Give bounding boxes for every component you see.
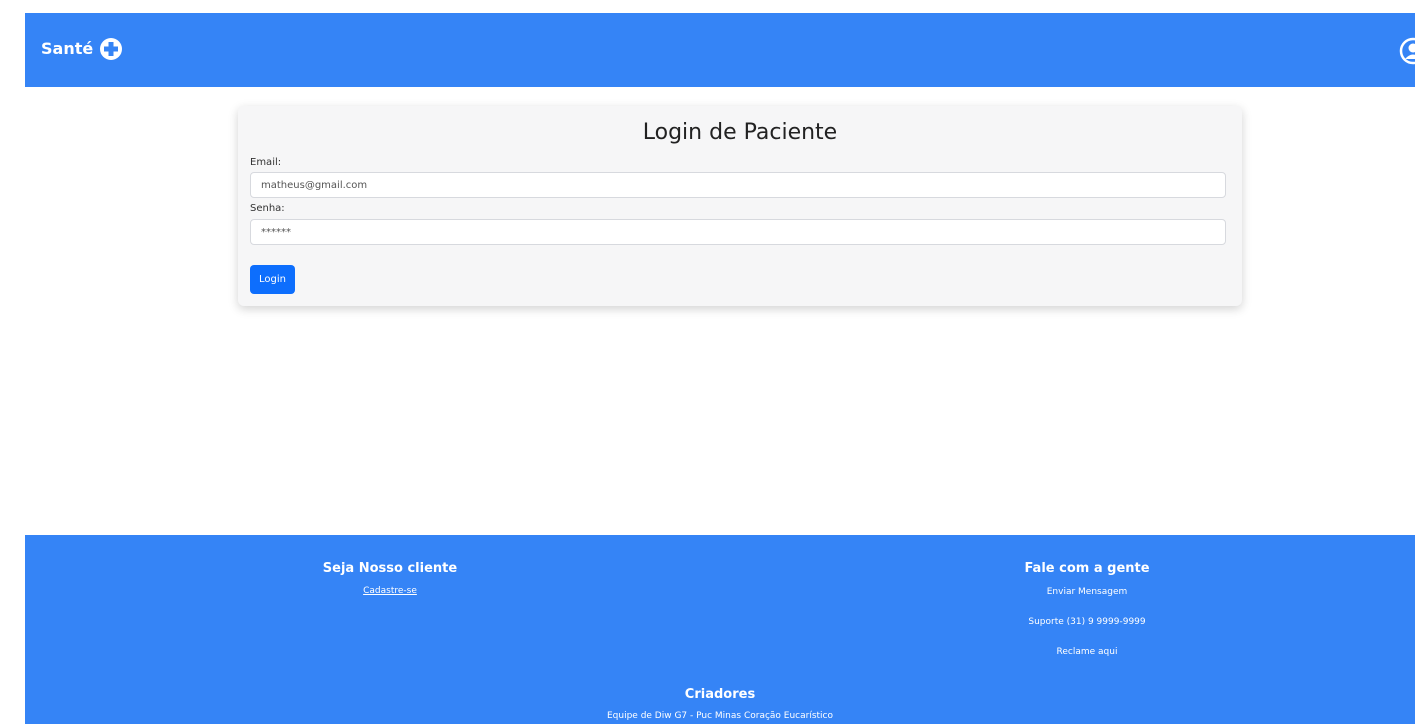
send-message-link[interactable]: Enviar Mensagem	[987, 587, 1187, 597]
footer-client-heading: Seja Nosso cliente	[322, 561, 458, 576]
footer: Seja Nosso cliente Cadastre-se Fale com …	[25, 535, 1415, 724]
brand-link[interactable]: Santé	[41, 37, 123, 61]
password-field[interactable]	[250, 219, 1226, 245]
email-field[interactable]	[250, 172, 1226, 198]
brand-name: Santé	[41, 39, 94, 58]
footer-creators-heading: Criadores	[684, 687, 756, 702]
support-phone: Suporte (31) 9 9999-9999	[1028, 617, 1146, 627]
creators-team: Equipe de Diw G7 - Puc Minas Coração Euc…	[606, 711, 834, 721]
complain-link[interactable]: Reclame aqui	[987, 647, 1187, 657]
page-title: Login de Paciente	[642, 120, 838, 145]
login-button[interactable]: Login	[250, 265, 295, 294]
top-navbar: Santé	[25, 13, 1415, 87]
login-card: Login de Paciente Email: Senha: Login	[238, 106, 1242, 306]
user-circle-icon[interactable]	[1399, 37, 1415, 65]
signup-link[interactable]: Cadastre-se	[290, 586, 490, 596]
page: Santé Login de Paciente Email: Senha: Lo	[0, 0, 1415, 724]
email-label: Email:	[250, 157, 282, 168]
footer-contact-heading: Fale com a gente	[1024, 561, 1150, 576]
plus-circle-icon	[99, 37, 123, 61]
password-label: Senha:	[250, 203, 285, 214]
